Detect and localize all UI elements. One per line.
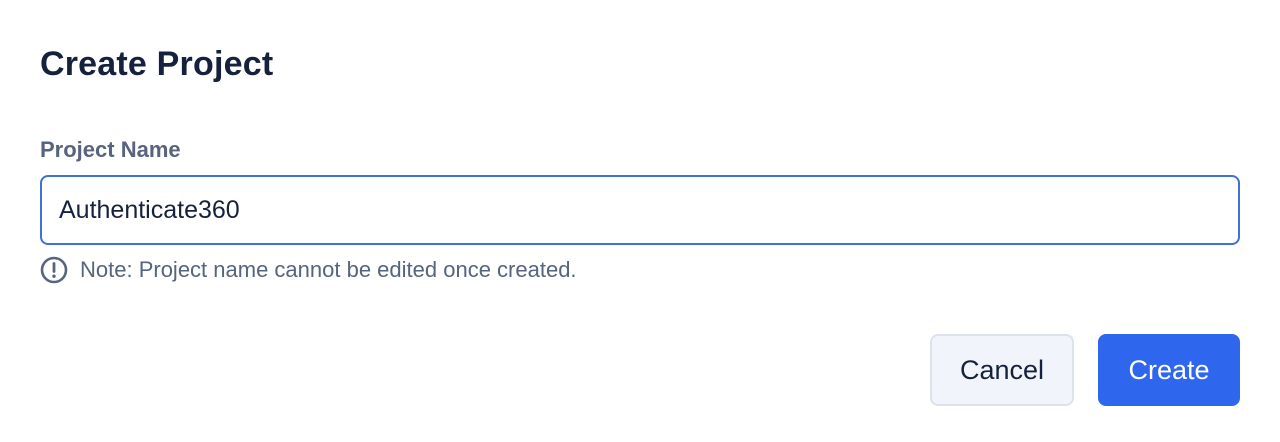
alert-circle-icon: [40, 256, 68, 284]
cancel-button[interactable]: Cancel: [930, 334, 1074, 406]
create-project-dialog: Create Project Project Name Note: Projec…: [0, 0, 1280, 442]
project-name-label: Project Name: [40, 137, 181, 162]
dialog-title: Create Project: [40, 45, 274, 83]
create-button[interactable]: Create: [1098, 334, 1240, 406]
project-name-note: Note: Project name cannot be edited once…: [40, 256, 577, 284]
project-name-input[interactable]: [40, 175, 1240, 245]
note-text: Note: Project name cannot be edited once…: [80, 257, 577, 282]
